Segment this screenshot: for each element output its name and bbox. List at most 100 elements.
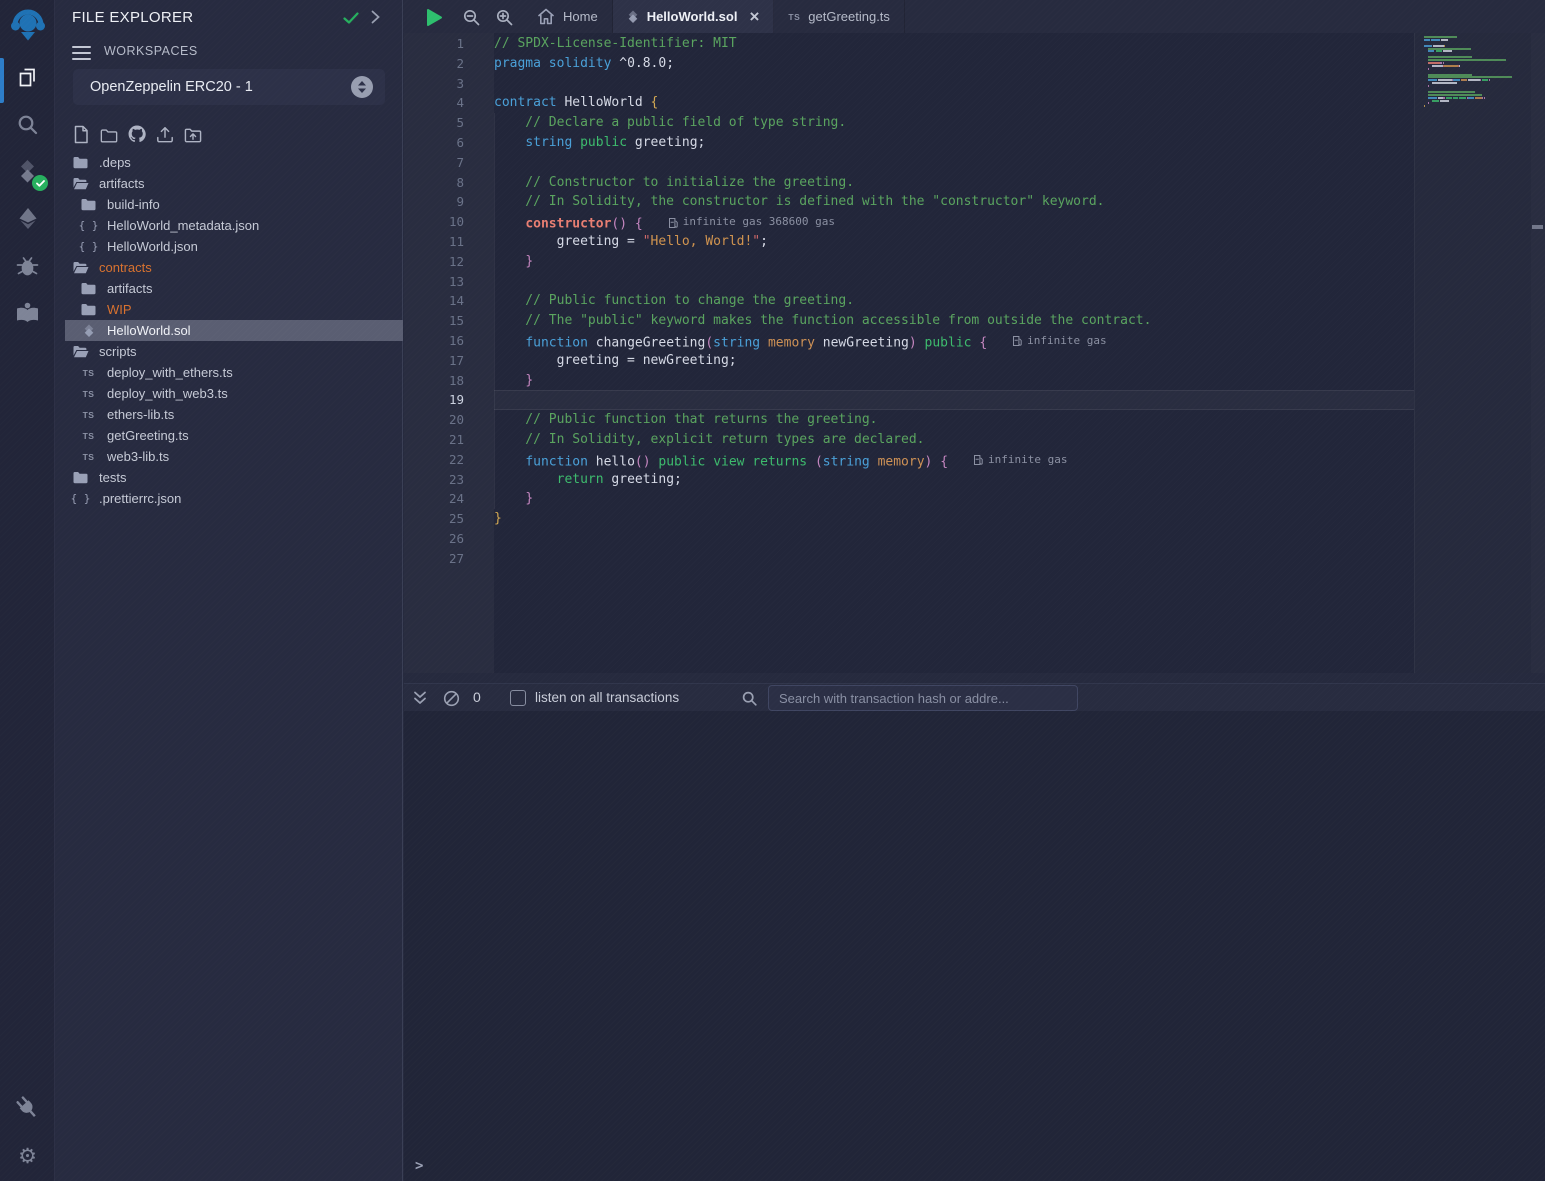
tree-item[interactable]: { }.prettierrc.json [55,488,403,509]
activity-solidity-unit-testing-icon[interactable] [0,289,55,336]
tab-getGreeting.ts[interactable]: TSgetGreeting.ts [774,0,905,33]
editor-tab-bar: Home HelloWorld.sol×TSgetGreeting.ts [404,0,1545,33]
json-icon: { } [80,219,97,232]
tree-item-label: web3-lib.ts [107,449,169,464]
activity-debugger-icon[interactable] [0,242,55,289]
activity-plugin-manager-icon[interactable] [0,1083,55,1132]
tree-item[interactable]: TS ethers-lib.ts [55,404,403,425]
home-icon [537,8,555,25]
terminal-resize-handle[interactable] [404,673,1545,683]
up-down-icon[interactable] [351,76,373,98]
tree-item-label: HelloWorld.json [107,239,198,254]
tab-HelloWorld.sol[interactable]: HelloWorld.sol× [613,0,775,33]
line-number: 27 [404,549,464,569]
active-plugin-indicator [0,58,4,103]
tree-item[interactable]: artifacts [55,173,403,194]
hamburger-icon[interactable] [72,46,91,64]
code-line: 21 // In Solidity, explicit return types… [404,430,1414,450]
zoom-in-icon[interactable] [493,6,515,28]
line-number: 3 [404,74,464,94]
tree-item[interactable]: HelloWorld.sol [65,320,403,341]
tree-item[interactable]: contracts [55,257,403,278]
folder-open-icon [72,177,89,190]
upload-icon[interactable] [156,122,174,144]
line-number: 18 [404,371,464,391]
line-number: 6 [404,133,464,153]
tree-item-label: deploy_with_web3.ts [107,386,228,401]
ts-icon: TS [80,410,97,420]
tree-item[interactable]: scripts [55,341,403,362]
gas-estimate: infinite gas [974,450,1067,470]
tab-label: Home [563,9,598,24]
line-number: 17 [404,351,464,371]
zoom-out-icon[interactable] [460,6,482,28]
tree-item[interactable]: TSgetGreeting.ts [55,425,403,446]
minimap[interactable] [1424,36,1512,114]
compile-success-badge [32,175,48,191]
line-number: 16 [404,331,464,351]
load-folder-icon[interactable] [184,122,202,144]
transaction-search-input[interactable] [768,685,1078,711]
code-line: 14 // Public function to change the gree… [404,291,1414,311]
activity-bar-top [0,0,54,336]
folder-open-icon [72,261,89,274]
line-number: 9 [404,192,464,212]
activity-file-explorer-icon[interactable] [0,54,55,101]
tree-item-label: .deps [99,155,131,170]
new-folder-icon[interactable] [100,122,118,144]
tab-Home[interactable]: Home [523,0,613,33]
ts-icon: TS [80,452,97,462]
code-line: 25} [404,509,1414,529]
line-number: 1 [404,34,464,54]
activity-deploy-and-run-icon[interactable] [0,195,55,242]
line-number: 11 [404,232,464,252]
scrollbar[interactable] [1531,33,1545,673]
tree-item[interactable]: .deps [55,152,403,173]
tree-item[interactable]: { } HelloWorld.json [55,236,403,257]
new-file-icon[interactable] [72,122,90,144]
double-chevron-down-icon[interactable] [413,690,427,706]
tree-item[interactable]: TS web3-lib.ts [55,446,403,467]
tree-item[interactable]: TSdeploy_with_ethers.ts [55,362,403,383]
tree-item[interactable]: artifacts [55,278,403,299]
code-line: 3 [404,74,1414,94]
line-number: 13 [404,272,464,292]
activity-settings-icon[interactable]: ⚙ [0,1132,55,1181]
json-icon: { } [80,240,97,253]
code-line: 9 // In Solidity, the constructor is def… [404,192,1414,212]
tree-item[interactable]: { } HelloWorld_metadata.json [55,215,403,236]
activity-search-icon[interactable] [0,101,55,148]
sol-icon [627,10,639,23]
line-number: 4 [404,93,464,113]
activity-remix-logo-icon[interactable] [0,0,55,54]
tree-item[interactable]: tests [55,467,403,488]
activity-solidity-compiler-icon[interactable] [0,148,55,195]
listen-transactions-checkbox[interactable] [510,690,526,706]
chevron-right-icon[interactable] [371,10,380,29]
tree-item[interactable]: WIP [55,299,403,320]
code-line: 19 [404,390,1414,410]
code-line: 13 [404,272,1414,292]
ban-icon[interactable] [443,690,460,707]
code-line: 5 // Declare a public field of type stri… [404,113,1414,133]
tree-item-label: HelloWorld_metadata.json [107,218,259,233]
check-icon[interactable] [343,11,359,29]
code-line: 22 function hello() public view returns … [404,450,1414,470]
tree-item-label: ethers-lib.ts [107,407,174,422]
transaction-count: 0 [473,689,481,705]
scrollbar-thumb[interactable] [1532,225,1543,229]
workspace-select[interactable]: OpenZeppelin ERC20 - 1 [73,69,385,105]
close-icon[interactable]: × [749,8,759,25]
ts-icon: TS [788,12,800,22]
line-number: 20 [404,410,464,430]
tree-item[interactable]: TSdeploy_with_web3.ts [55,383,403,404]
line-number: 2 [404,54,464,74]
code-editor[interactable]: 1// SPDX-License-Identifier: MIT2pragma … [404,33,1545,673]
run-icon[interactable] [423,6,445,28]
tree-item[interactable]: build-info [55,194,403,215]
github-icon[interactable] [128,122,146,144]
line-number: 10 [404,212,464,232]
terminal[interactable]: > [404,711,1545,1181]
line-number: 25 [404,509,464,529]
tree-item-label: getGreeting.ts [107,428,189,443]
